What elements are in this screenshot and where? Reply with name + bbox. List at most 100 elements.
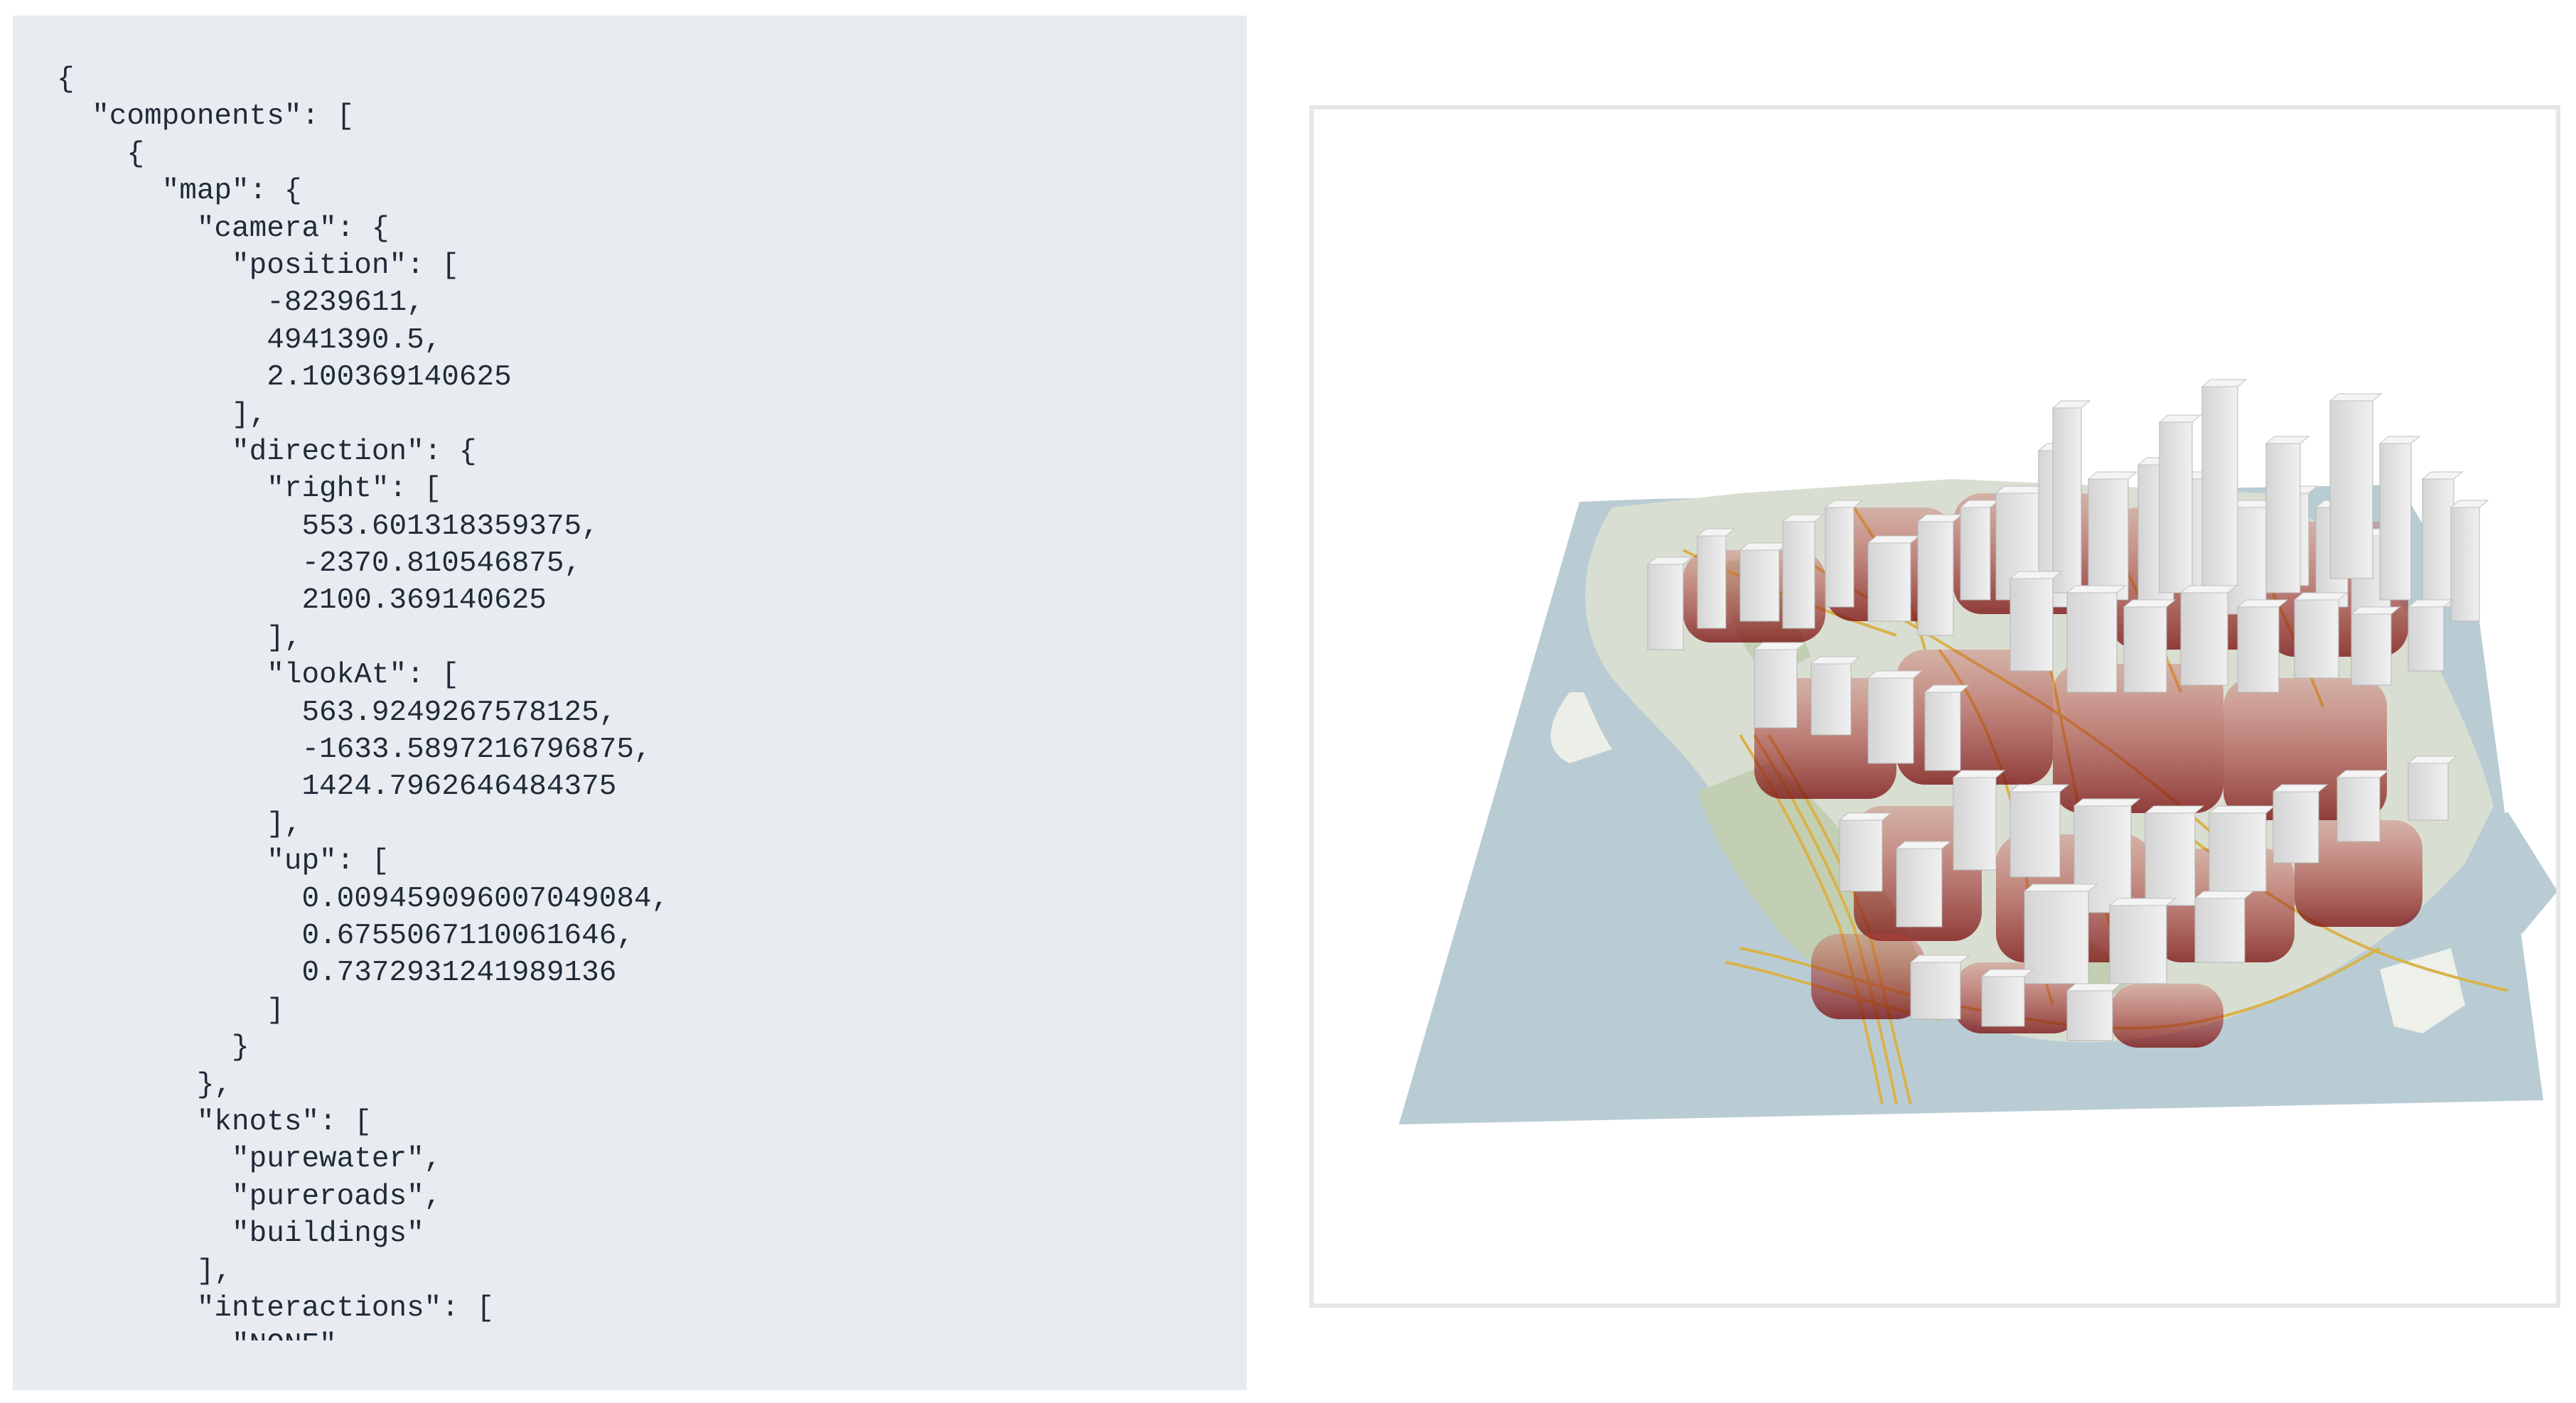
building-roof: [2051, 400, 2091, 409]
building-roof: [2407, 756, 2458, 764]
building: [2109, 905, 2167, 984]
building-roof: [2009, 784, 2070, 792]
building-roof: [1739, 542, 1789, 551]
shadow-heat-patch: [1811, 934, 1925, 1019]
building-roof: [2122, 599, 2177, 608]
code-line: ]: [57, 994, 284, 1027]
building: [2009, 578, 2054, 672]
building-roof: [1810, 656, 1861, 665]
building: [1739, 549, 1780, 622]
building-roof: [2336, 770, 2390, 778]
map-view-3d[interactable]: [1314, 109, 2556, 1303]
building: [1960, 507, 1991, 601]
code-line: -2370.810546875,: [57, 547, 582, 581]
code-line: "lookAt": [: [57, 659, 459, 692]
building-roof: [2009, 571, 2063, 579]
code-line: "position": [: [57, 249, 459, 282]
building-roof: [1753, 642, 1807, 650]
building: [2024, 891, 2089, 984]
building: [1924, 692, 1961, 771]
building-roof: [2144, 805, 2205, 814]
building-roof: [1952, 770, 2006, 778]
building: [2450, 507, 2480, 622]
code-line: 0.7372931241989136: [57, 957, 617, 990]
code-line: "buildings": [57, 1217, 424, 1251]
building: [2052, 407, 2082, 593]
code-line: ],: [57, 398, 267, 431]
building-roof: [2087, 471, 2138, 480]
code-line: 0.6755067110061646,: [57, 919, 634, 952]
code-line: 1424.7962646484375: [57, 770, 617, 804]
building-roof: [2073, 798, 2141, 807]
building-roof: [2023, 883, 2098, 892]
building: [1810, 663, 1852, 736]
building: [1981, 976, 2025, 1027]
code-line: "camera": {: [57, 212, 390, 245]
building: [2123, 606, 2167, 693]
building: [2336, 777, 2381, 842]
code-line: 2.100369140625: [57, 361, 512, 394]
building-roof: [1980, 969, 2034, 977]
building: [1825, 507, 1855, 608]
building: [2408, 763, 2449, 821]
building: [2422, 478, 2454, 608]
code-line: 0.009459096007049084,: [57, 882, 670, 915]
building-roof: [2194, 891, 2255, 899]
code-line: 563.9249267578125,: [57, 696, 617, 729]
building-roof: [2350, 606, 2401, 615]
building-roof: [2378, 436, 2421, 444]
building: [2265, 443, 2301, 593]
building: [2194, 898, 2245, 963]
building-roof: [2208, 805, 2276, 814]
building: [1910, 962, 1961, 1020]
code-line: "map": {: [57, 175, 302, 208]
building-roof: [2265, 436, 2310, 444]
building: [1754, 649, 1798, 729]
building: [1867, 677, 1914, 764]
building: [2201, 386, 2238, 586]
building: [1697, 535, 1727, 629]
code-line: "interactions": [: [57, 1291, 495, 1325]
building-roof: [2421, 471, 2464, 480]
code-line: "pureroads",: [57, 1180, 442, 1213]
code-line: ],: [57, 621, 302, 655]
building: [2180, 592, 2228, 686]
code-line: "direction": {: [57, 435, 477, 468]
map-view-frame[interactable]: [1309, 105, 2560, 1308]
building-roof: [1895, 841, 1952, 849]
building-roof: [2066, 585, 2127, 593]
code-line: -1633.5897216796875,: [57, 733, 652, 767]
building-roof: [2158, 414, 2202, 423]
building: [2159, 421, 2193, 593]
building: [2066, 592, 2118, 693]
building-roof: [2108, 898, 2177, 906]
building-roof: [1867, 670, 1923, 679]
building-roof: [1838, 812, 1892, 821]
building: [2294, 599, 2339, 679]
code-line: }: [57, 1031, 249, 1065]
building-roof: [2201, 379, 2248, 387]
building: [2351, 613, 2392, 686]
code-line: },: [57, 1068, 232, 1102]
code-line: "up": [: [57, 845, 390, 878]
code-line: "right": [: [57, 473, 442, 506]
building-roof: [2236, 599, 2289, 608]
building: [1867, 542, 1911, 622]
building: [1839, 819, 1883, 892]
building: [2009, 791, 2061, 878]
building: [2237, 606, 2280, 693]
building: [1953, 777, 1997, 871]
building: [2066, 990, 2113, 1041]
json-editor-panel[interactable]: { "components": [ { "map": { "camera": {…: [13, 16, 1247, 1390]
building: [2272, 791, 2319, 864]
code-line: 553.601318359375,: [57, 510, 599, 543]
building: [2088, 478, 2129, 601]
building-roof: [1909, 955, 1970, 963]
json-code[interactable]: { "components": [ { "map": { "camera": {…: [57, 61, 1237, 1340]
building: [1917, 521, 1954, 636]
building: [1782, 521, 1815, 629]
code-line: "components": [: [57, 100, 355, 134]
code-line: "knots": [: [57, 1105, 372, 1139]
building: [1647, 564, 1684, 650]
building: [1896, 848, 1943, 928]
